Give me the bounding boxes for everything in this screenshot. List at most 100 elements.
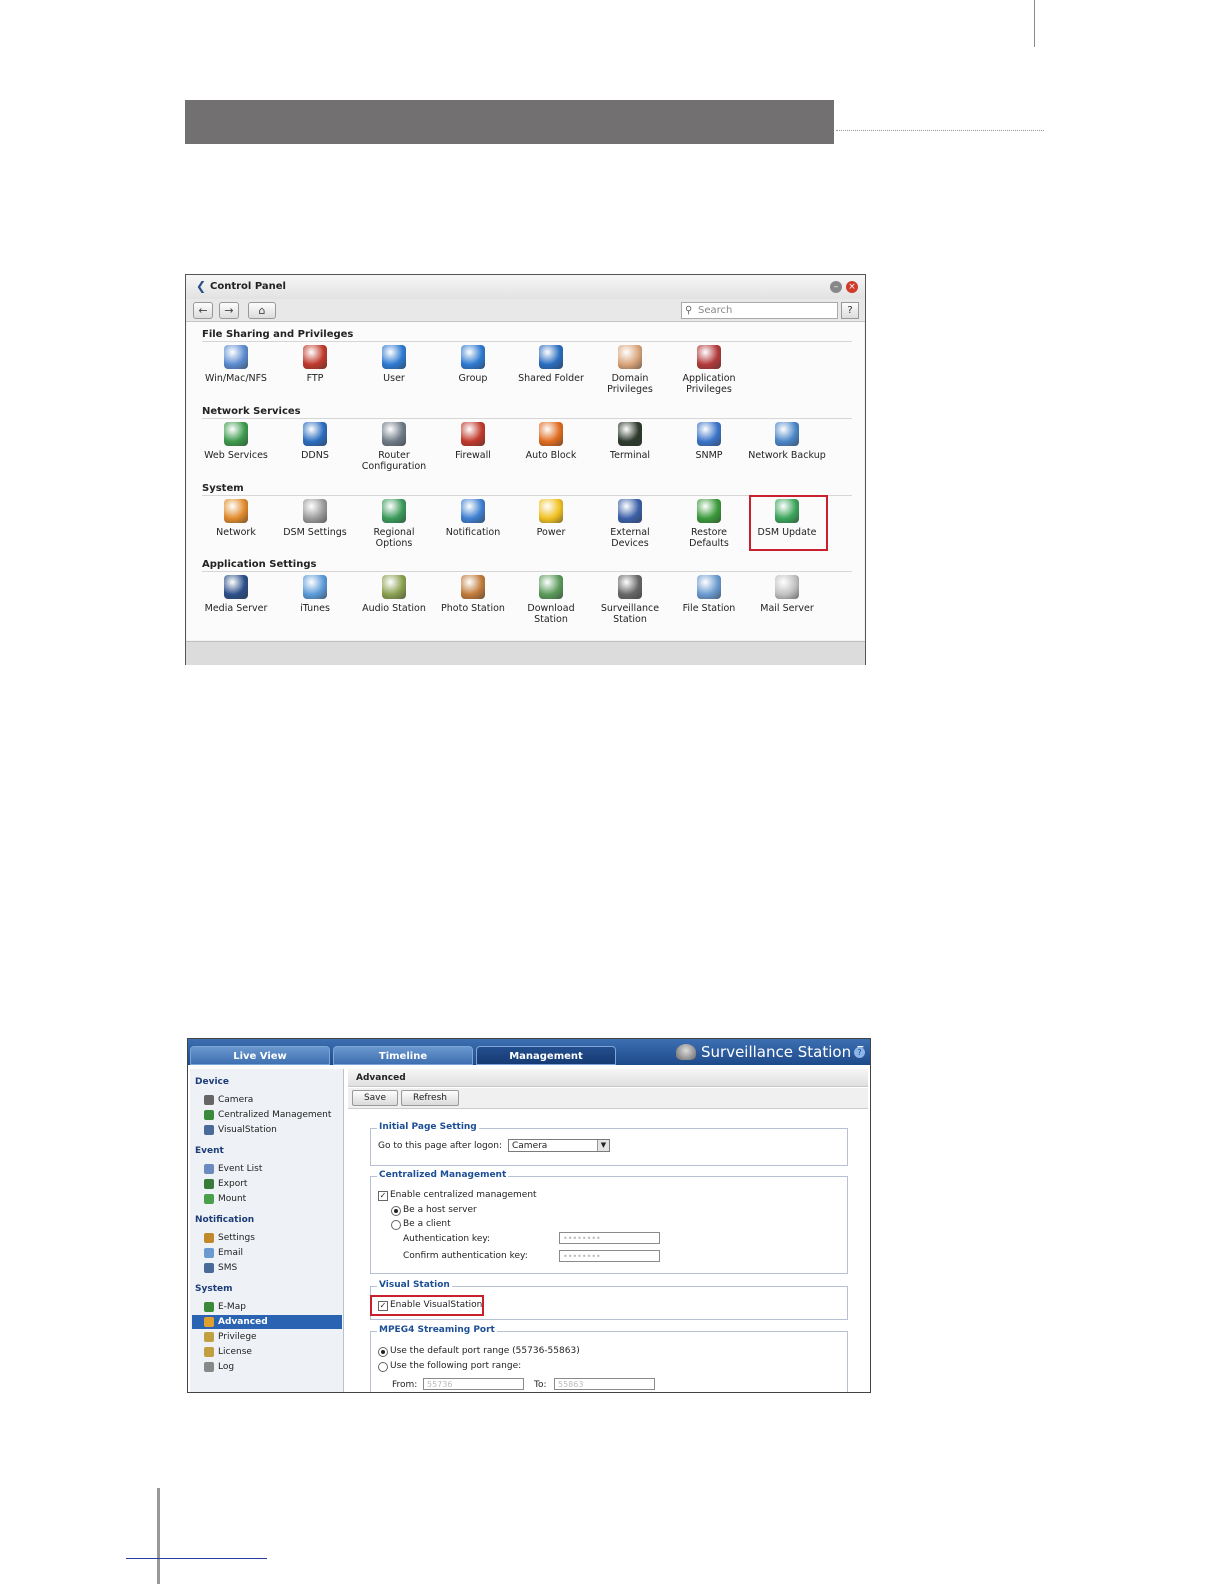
forward-arrow-button[interactable]: →: [219, 302, 239, 319]
tab-management[interactable]: Management: [476, 1046, 616, 1065]
sidebar: Device Camera Centralized Management Visual…: [190, 1069, 344, 1392]
control-panel-item[interactable]: DDNS: [276, 422, 354, 461]
control-panel-item[interactable]: Auto Block: [512, 422, 590, 461]
control-panel-item[interactable]: Notification: [434, 499, 512, 538]
visualstation-highlight: [370, 1295, 484, 1316]
sidebar-item-privilege[interactable]: Privilege: [204, 1330, 342, 1344]
control-panel-item-label: Surveillance Station: [600, 603, 660, 625]
initial-page-label: Go to this page after logon:: [378, 1141, 502, 1151]
control-panel-item[interactable]: Surveillance Station: [591, 575, 669, 625]
save-button[interactable]: Save: [352, 1090, 398, 1106]
sidebar-item-centralized-management[interactable]: Centralized Management: [204, 1108, 342, 1122]
sidebar-item-icon: [204, 1331, 214, 1342]
sidebar-item-sms[interactable]: SMS: [204, 1261, 342, 1275]
sidebar-item-email[interactable]: Email: [204, 1246, 342, 1260]
back-arrow-button[interactable]: ←: [193, 302, 213, 319]
control-panel-item[interactable]: Terminal: [591, 422, 669, 461]
control-panel-item[interactable]: FTP: [276, 345, 354, 384]
application-privileges-icon: [697, 345, 721, 369]
sidebar-item-camera[interactable]: Camera: [204, 1093, 342, 1107]
mpeg4-fieldset: MPEG4 Streaming Port Use the default por…: [370, 1325, 848, 1392]
control-panel-item[interactable]: Network: [197, 499, 275, 538]
control-panel-item[interactable]: Audio Station: [355, 575, 433, 614]
control-panel-item[interactable]: Web Services: [197, 422, 275, 461]
notification-icon: [461, 499, 485, 523]
auth-key-input[interactable]: ••••••••: [559, 1232, 660, 1244]
back-chevron-icon[interactable]: ❮: [196, 279, 206, 293]
surveillance-station-icon: [618, 575, 642, 599]
client-label: Be a client: [403, 1219, 451, 1229]
tab-live-view[interactable]: Live View: [190, 1046, 330, 1065]
minimize-icon[interactable]: –: [830, 281, 842, 293]
close-icon[interactable]: ×: [846, 281, 858, 293]
tab-timeline[interactable]: Timeline: [333, 1046, 473, 1065]
control-panel-item[interactable]: Shared Folder: [512, 345, 590, 384]
control-panel-item[interactable]: Domain Privileges: [591, 345, 669, 395]
section-title: Network Services: [202, 406, 301, 417]
domain-privileges-icon: [618, 345, 642, 369]
initial-page-select[interactable]: Camera ▼: [508, 1139, 610, 1152]
to-label: To:: [534, 1380, 547, 1390]
control-panel-item[interactable]: DSM Settings: [276, 499, 354, 538]
enable-centralized-checkbox[interactable]: ✓: [378, 1191, 388, 1201]
to-port-input[interactable]: 55863: [554, 1378, 655, 1390]
sidebar-item-export[interactable]: Export: [204, 1177, 342, 1191]
sidebar-item-icon: [204, 1232, 214, 1243]
sidebar-item-advanced[interactable]: Advanced: [192, 1315, 342, 1329]
control-panel-item[interactable]: Download Station: [512, 575, 590, 625]
sidebar-item-label: VisualStation: [218, 1125, 277, 1135]
media-server-icon: [224, 575, 248, 599]
control-panel-item[interactable]: Photo Station: [434, 575, 512, 614]
sidebar-item-log[interactable]: Log: [204, 1360, 342, 1374]
control-panel-item[interactable]: User: [355, 345, 433, 384]
client-radio[interactable]: [391, 1220, 401, 1230]
control-panel-item[interactable]: Router Configuration: [355, 422, 433, 472]
control-panel-item[interactable]: Restore Defaults: [670, 499, 748, 549]
control-panel-item[interactable]: Media Server: [197, 575, 275, 614]
refresh-button[interactable]: Refresh: [401, 1090, 459, 1106]
control-panel-item[interactable]: Power: [512, 499, 590, 538]
control-panel-item[interactable]: Network Backup: [748, 422, 826, 461]
from-label: From:: [392, 1380, 418, 1390]
control-panel-item-label: Regional Options: [373, 527, 415, 549]
section-title: Application Settings: [202, 559, 317, 570]
sidebar-item-icon: [204, 1124, 214, 1135]
sidebar-item-label: License: [218, 1347, 252, 1357]
control-panel-item-label: DSM Settings: [283, 527, 347, 538]
control-panel-item[interactable]: External Devices: [591, 499, 669, 549]
control-panel-item[interactable]: Application Privileges: [670, 345, 748, 395]
from-port-input[interactable]: 55736: [423, 1378, 524, 1390]
control-panel-item-label: FTP: [306, 373, 324, 384]
custom-range-radio[interactable]: [378, 1362, 388, 1372]
sidebar-item-visualstation[interactable]: VisualStation: [204, 1123, 342, 1137]
sidebar-item-event-list[interactable]: Event List: [204, 1162, 342, 1176]
help-icon[interactable]: ?: [854, 1047, 865, 1058]
sidebar-item-settings[interactable]: Settings: [204, 1231, 342, 1245]
confirm-key-input[interactable]: ••••••••: [559, 1250, 660, 1262]
custom-range-label: Use the following port range:: [390, 1361, 522, 1371]
control-panel-item[interactable]: File Station: [670, 575, 748, 614]
control-panel-item[interactable]: Firewall: [434, 422, 512, 461]
control-panel-item-label: Photo Station: [441, 603, 505, 614]
control-panel-item[interactable]: SNMP: [670, 422, 748, 461]
control-panel-item-label: Power: [536, 527, 566, 538]
sidebar-item-license[interactable]: License: [204, 1345, 342, 1359]
section-divider: [202, 571, 852, 572]
sidebar-item-e-map[interactable]: E-Map: [204, 1300, 342, 1314]
default-range-label: Use the default port range (55736-55863): [390, 1346, 580, 1356]
control-panel-item[interactable]: Mail Server: [748, 575, 826, 614]
sidebar-item-mount[interactable]: Mount: [204, 1192, 342, 1206]
search-input[interactable]: ⚲ Search: [681, 302, 838, 319]
help-button[interactable]: ?: [841, 302, 859, 319]
default-range-radio[interactable]: [378, 1347, 388, 1357]
host-server-radio[interactable]: [391, 1206, 401, 1216]
firewall-icon: [461, 422, 485, 446]
sidebar-item-label: Privilege: [218, 1332, 257, 1342]
control-panel-item[interactable]: Win/Mac/NFS: [197, 345, 275, 384]
control-panel-item-label: Group: [458, 373, 488, 384]
control-panel-item[interactable]: Group: [434, 345, 512, 384]
home-button[interactable]: ⌂: [248, 302, 276, 319]
control-panel-item-label: Download Station: [527, 603, 575, 625]
control-panel-item[interactable]: Regional Options: [355, 499, 433, 549]
control-panel-item[interactable]: iTunes: [276, 575, 354, 614]
